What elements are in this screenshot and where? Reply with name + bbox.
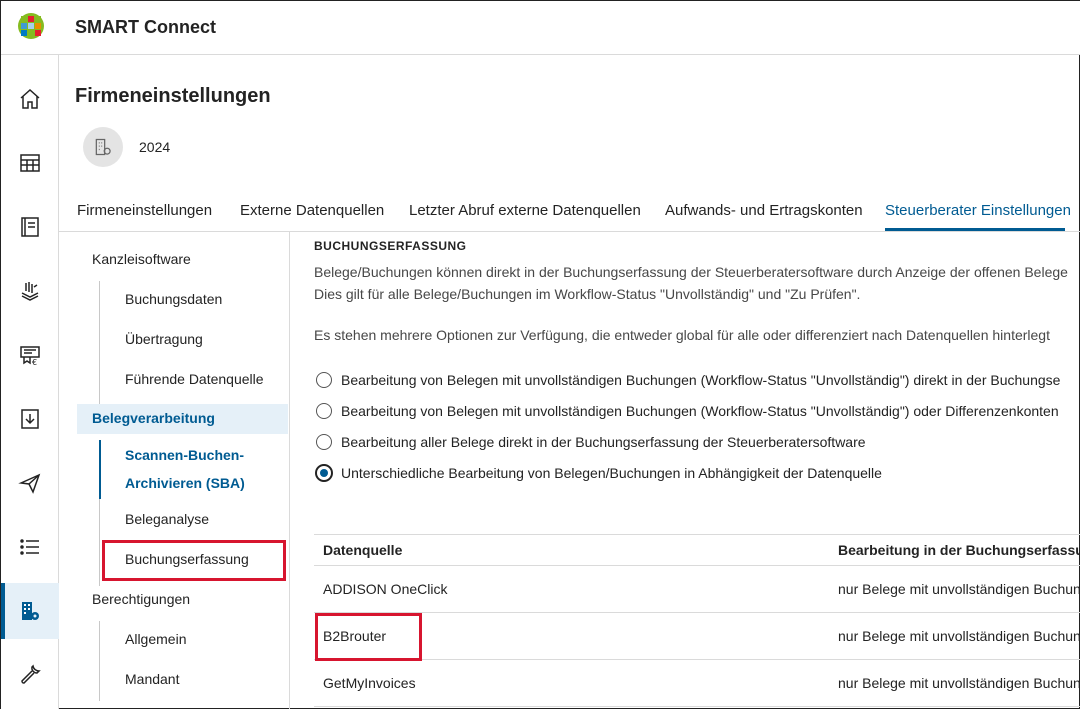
radio-button-selected[interactable] xyxy=(315,464,333,482)
radio-option-3[interactable]: Bearbeitung aller Belege direkt in der B… xyxy=(316,434,866,450)
book-icon xyxy=(21,217,39,237)
active-tab-indicator xyxy=(885,228,1065,231)
radio-option-label: Bearbeitung von Belegen mit unvollständi… xyxy=(341,403,1059,419)
radio-option-label: Unterschiedliche Bearbeitung von Belegen… xyxy=(341,465,882,481)
rail-item-book[interactable] xyxy=(1,199,59,255)
home-icon xyxy=(20,88,40,109)
invoice-euro-icon: € xyxy=(20,346,40,367)
datenquellen-table: Datenquelle Bearbeitung in der Buchungse… xyxy=(314,534,1080,707)
rail-item-list[interactable] xyxy=(1,519,59,575)
table-row[interactable]: GetMyInvoices nur Belege mit unvollständ… xyxy=(314,660,1080,707)
subnav-item-mandant[interactable]: Mandant xyxy=(125,671,179,687)
rail-item-home[interactable] xyxy=(1,71,59,127)
tab-aufwands-ertragskonten[interactable]: Aufwands- und Ertragskonten xyxy=(665,202,863,219)
subnav-item-beleganalyse[interactable]: Beleganalyse xyxy=(125,511,209,527)
rail-item-tools[interactable] xyxy=(1,647,59,703)
company-avatar xyxy=(83,127,123,167)
company-settings-icon xyxy=(22,602,39,620)
rail-item-table[interactable] xyxy=(1,135,59,191)
cell-datenquelle: GetMyInvoices xyxy=(323,675,416,691)
rail-item-invoice[interactable]: € xyxy=(1,327,59,383)
download-icon xyxy=(21,409,39,429)
rail-item-send[interactable] xyxy=(1,455,59,511)
radio-button[interactable] xyxy=(316,403,332,419)
options-intro: Es stehen mehrere Optionen zur Verfügung… xyxy=(314,327,1050,343)
subnav-tree-line xyxy=(99,499,100,586)
wrench-icon xyxy=(21,664,41,684)
radio-option-4[interactable]: Unterschiedliche Bearbeitung von Belegen… xyxy=(315,464,882,482)
content-panel: BUCHUNGSERFASSUNG Belege/Buchungen könne… xyxy=(291,232,1080,709)
radio-option-label: Bearbeitung aller Belege direkt in der B… xyxy=(341,434,866,450)
svg-text:€: € xyxy=(32,358,37,367)
list-icon xyxy=(20,539,39,555)
section-title: BUCHUNGSERFASSUNG xyxy=(314,239,467,253)
subnav-group-belegverarbeitung[interactable]: Belegverarbeitung xyxy=(77,404,288,434)
subnav-item-sba[interactable]: Scannen-Buchen- Archivieren (SBA) xyxy=(125,441,245,497)
highlight-box-b2brouter xyxy=(315,613,422,661)
company-building-icon xyxy=(95,138,111,156)
document-stack-icon xyxy=(21,282,39,301)
radio-option-1[interactable]: Bearbeitung von Belegen mit unvollständi… xyxy=(316,372,1060,388)
radio-button[interactable] xyxy=(316,372,332,388)
tab-letzter-abruf[interactable]: Letzter Abruf externe Datenquellen xyxy=(409,202,641,219)
cell-bearbeitung[interactable]: nur Belege mit unvollständigen Buchun xyxy=(838,581,1080,597)
highlight-box-buchungserfassung xyxy=(102,540,286,581)
send-icon xyxy=(18,473,41,494)
rail-item-download[interactable] xyxy=(1,391,59,447)
radio-option-2[interactable]: Bearbeitung von Belegen mit unvollständi… xyxy=(316,403,1059,419)
subnav-group-berechtigungen[interactable]: Berechtigungen xyxy=(92,591,190,607)
subnav-item-sba-line1: Scannen-Buchen- xyxy=(125,447,245,463)
subnav-item-sba-line2: Archivieren (SBA) xyxy=(125,475,245,491)
top-bar: SMART Connect xyxy=(1,1,1080,55)
table-row[interactable]: ADDISON OneClick nur Belege mit unvollst… xyxy=(314,566,1080,613)
subnav-item-buchungsdaten[interactable]: Buchungsdaten xyxy=(125,291,222,307)
description-line-2: Dies gilt für alle Belege/Buchungen im W… xyxy=(314,286,861,302)
subnav-item-allgemein[interactable]: Allgemein xyxy=(125,631,186,647)
settings-subnav: Kanzleisoftware Buchungsdaten Übertragun… xyxy=(59,232,290,709)
subnav-item-uebertragung[interactable]: Übertragung xyxy=(125,331,203,347)
tab-bar: Firmeneinstellungen Externe Datenquellen… xyxy=(59,187,1080,232)
subnav-active-line xyxy=(99,440,101,499)
cell-datenquelle: ADDISON OneClick xyxy=(323,581,448,597)
tab-externe-datenquellen[interactable]: Externe Datenquellen xyxy=(240,202,384,219)
column-header-bearbeitung[interactable]: Bearbeitung in der Buchungserfassung xyxy=(838,542,1080,558)
icon-rail: € xyxy=(1,55,59,709)
app-title: SMART Connect xyxy=(75,17,216,37)
company-name: 2024 xyxy=(139,139,171,155)
tab-steuerberater-einstellungen[interactable]: Steuerberater Einstellungen xyxy=(885,202,1071,219)
tab-firmeneinstellungen[interactable]: Firmeneinstellungen xyxy=(77,202,212,219)
table-icon xyxy=(20,154,40,172)
rail-item-company-settings[interactable] xyxy=(1,583,59,639)
page-title: Firmeneinstellungen xyxy=(75,85,271,107)
subnav-item-fuehrende-datenquelle[interactable]: Führende Datenquelle xyxy=(125,371,264,387)
app-logo[interactable] xyxy=(17,12,45,40)
radio-button[interactable] xyxy=(316,434,332,450)
description-line-1: Belege/Buchungen können direkt in der Bu… xyxy=(314,264,1068,280)
subnav-group-kanzleisoftware[interactable]: Kanzleisoftware xyxy=(92,251,191,267)
column-header-datenquelle[interactable]: Datenquelle xyxy=(323,542,402,558)
radio-option-label: Bearbeitung von Belegen mit unvollständi… xyxy=(341,372,1061,388)
subnav-tree-line xyxy=(99,621,100,701)
cell-bearbeitung[interactable]: nur Belege mit unvollständigen Buchun xyxy=(838,675,1080,691)
table-header-row: Datenquelle Bearbeitung in der Buchungse… xyxy=(314,535,1080,566)
subnav-tree-line xyxy=(99,281,100,405)
cell-bearbeitung[interactable]: nur Belege mit unvollständigen Buchun xyxy=(838,628,1080,644)
table-row[interactable]: B2Brouter nur Belege mit unvollständigen… xyxy=(314,613,1080,660)
rail-item-documents[interactable] xyxy=(1,263,59,319)
